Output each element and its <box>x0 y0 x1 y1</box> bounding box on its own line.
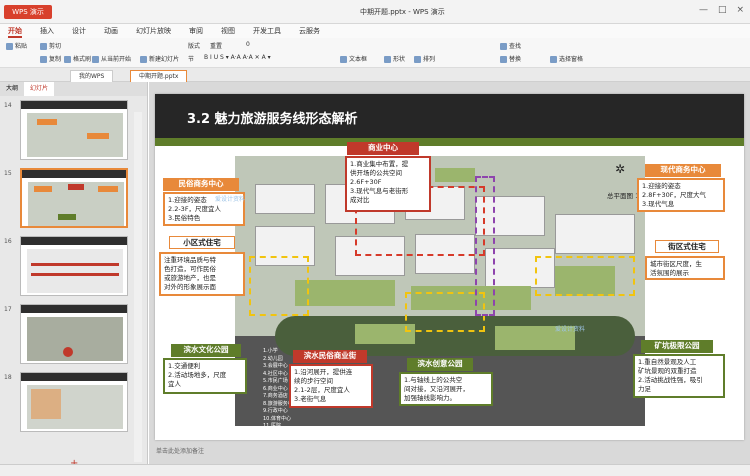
mine-park-callout[interactable]: 1.重自然景观及人工 矿坑景观的双重打造 2.活动挑战性强，吸引 力足 <box>633 354 725 398</box>
textbox-button[interactable]: 文本框 <box>340 54 367 63</box>
close-icon[interactable]: × <box>736 5 744 15</box>
ribbon-toolbar: 粘贴 剪切 复制 格式刷 从当前开始 新建幻灯片 版式 节 重置 0 B I U… <box>0 38 750 68</box>
textbox-icon <box>340 56 347 63</box>
watermark: 爱设计资料 <box>555 326 586 333</box>
select-pane-button[interactable]: 选择窗格 <box>550 54 583 63</box>
select-icon <box>550 56 557 63</box>
header-strip <box>155 138 744 146</box>
tab-home[interactable]: 开始 <box>8 24 22 38</box>
find-button[interactable]: 查找 <box>500 41 521 50</box>
small-residential-callout[interactable]: 注重环境品质与特 色打造，可作民俗 或旅游地产，也是 对外的形象展示面 <box>159 252 245 296</box>
modern-business-center-callout[interactable]: 1.迎接的姿态 2.8F+30F，尺度大气 3.现代气息 <box>637 178 725 212</box>
tab-design[interactable]: 设计 <box>72 24 86 38</box>
street-residential-callout[interactable]: 城市街区尺度，生 活氛围的展示 <box>645 256 725 280</box>
font-size-field[interactable]: 0 <box>246 41 250 48</box>
slide[interactable]: 3.2 魅力旅游服务线形态解析 ✲ 总平面图 1:4000 1.小学 2.幼儿园… <box>155 94 744 440</box>
thumbnail-scrollbar[interactable] <box>134 112 142 462</box>
tab-slides[interactable]: 幻灯片 <box>24 82 55 96</box>
title-bar: WPS 演示 中期开题.pptx - WPS 演示 — □ × <box>0 0 750 24</box>
tab-animation[interactable]: 动画 <box>104 24 118 38</box>
window-title: 中期开题.pptx - WPS 演示 <box>360 8 445 16</box>
waterfront-park-tag: 滨水文化公园 <box>171 344 241 357</box>
font-style-buttons[interactable]: B I U S ▾ A·A A·A ✕ A ▾ <box>204 54 271 61</box>
creative-park-tag: 滨水创意公园 <box>407 358 473 371</box>
tab-cloud[interactable]: 云服务 <box>299 24 320 38</box>
tab-outline[interactable]: 大纲 <box>0 82 24 96</box>
waterfront-folk-street-tag: 滨水民俗商业街 <box>293 350 367 363</box>
paste-button[interactable]: 粘贴 <box>6 41 27 50</box>
tab-my-wps[interactable]: 我的WPS <box>70 70 114 82</box>
waterfront-park-callout[interactable]: 1.交通便利 2.活动场地多，尺度 宜人 <box>163 358 247 394</box>
app-menu-button[interactable]: WPS 演示 <box>4 5 52 19</box>
mine-park-tag: 矿坑极限公园 <box>641 340 713 353</box>
brush-icon <box>64 56 71 63</box>
tab-developer[interactable]: 开发工具 <box>253 24 281 38</box>
copy-icon <box>40 56 47 63</box>
maximize-icon[interactable]: □ <box>718 5 727 15</box>
small-residential-tag: 小区式住宅 <box>169 236 235 249</box>
slide-thumbnail[interactable]: 18 <box>0 372 148 436</box>
slide-icon <box>140 56 147 63</box>
play-icon <box>92 56 99 63</box>
cut-button[interactable]: 剪切 <box>40 41 61 50</box>
layout-button[interactable]: 版式 <box>188 41 200 50</box>
tab-document[interactable]: 中期开题.pptx <box>130 70 188 82</box>
status-bar <box>0 464 750 476</box>
commercial-center-tag: 商业中心 <box>347 142 419 155</box>
creative-park-callout[interactable]: 1.与轴线上的公共空 间对接，又沿河展开， 加强轴线影响力。 <box>399 372 493 406</box>
slide-canvas-area: 3.2 魅力旅游服务线形态解析 ✲ 总平面图 1:4000 1.小学 2.幼儿园… <box>149 82 750 464</box>
search-icon <box>500 43 507 50</box>
tab-view[interactable]: 视图 <box>221 24 235 38</box>
slide-thumbnail-panel: 大纲 幻灯片 14 15 16 17 18 + <box>0 82 148 469</box>
new-slide-button[interactable]: 新建幻灯片 <box>140 54 179 63</box>
watermark: 爱设计资料 <box>215 196 246 203</box>
slide-header: 3.2 魅力旅游服务线形态解析 <box>155 94 744 138</box>
arrange-icon <box>414 56 421 63</box>
replace-button[interactable]: 替换 <box>500 54 521 63</box>
play-from-current-button[interactable]: 从当前开始 <box>92 54 131 63</box>
folk-business-center-tag: 民俗商务中心 <box>163 178 239 191</box>
section-button[interactable]: 节 <box>188 54 194 63</box>
scissors-icon <box>40 43 47 50</box>
slide-thumbnail[interactable]: 16 <box>0 236 148 300</box>
paste-icon <box>6 43 13 50</box>
arrange-button[interactable]: 排列 <box>414 54 435 63</box>
slide-thumbnail[interactable]: 14 <box>0 100 148 164</box>
minimize-icon[interactable]: — <box>699 5 708 15</box>
commercial-center-callout[interactable]: 1.商业集中布置，提 供开场的公共空间 2.6F+30F 3.现代气息与老街形 … <box>345 156 431 212</box>
format-painter-button[interactable]: 格式刷 <box>64 54 91 63</box>
document-tab-bar: 我的WPS 中期开题.pptx <box>0 68 750 82</box>
street-residential-tag: 街区式住宅 <box>655 240 719 253</box>
tab-slideshow[interactable]: 幻灯片放映 <box>136 24 171 38</box>
replace-icon <box>500 56 507 63</box>
slide-thumbnail[interactable]: 17 <box>0 304 148 368</box>
shape-button[interactable]: 形状 <box>384 54 405 63</box>
tab-insert[interactable]: 插入 <box>40 24 54 38</box>
slide-title[interactable]: 3.2 魅力旅游服务线形态解析 <box>187 108 358 127</box>
shape-icon <box>384 56 391 63</box>
tab-review[interactable]: 审阅 <box>189 24 203 38</box>
reset-button[interactable]: 重置 <box>210 41 222 50</box>
notes-placeholder[interactable]: 单击此处添加备注 <box>156 446 204 455</box>
copy-button[interactable]: 复制 <box>40 54 61 63</box>
slide-thumbnail-selected[interactable]: 15 <box>0 168 148 232</box>
waterfront-folk-street-callout[interactable]: 1.沿河展开，提供连 续的步行空间 2.1-2层，尺度宜人 3.老街气息 <box>289 364 373 408</box>
modern-business-center-tag: 现代商务中心 <box>645 164 721 177</box>
menu-bar: 开始 插入 设计 动画 幻灯片放映 审阅 视图 开发工具 云服务 <box>0 24 750 38</box>
north-arrow-icon: ✲ <box>615 162 626 176</box>
